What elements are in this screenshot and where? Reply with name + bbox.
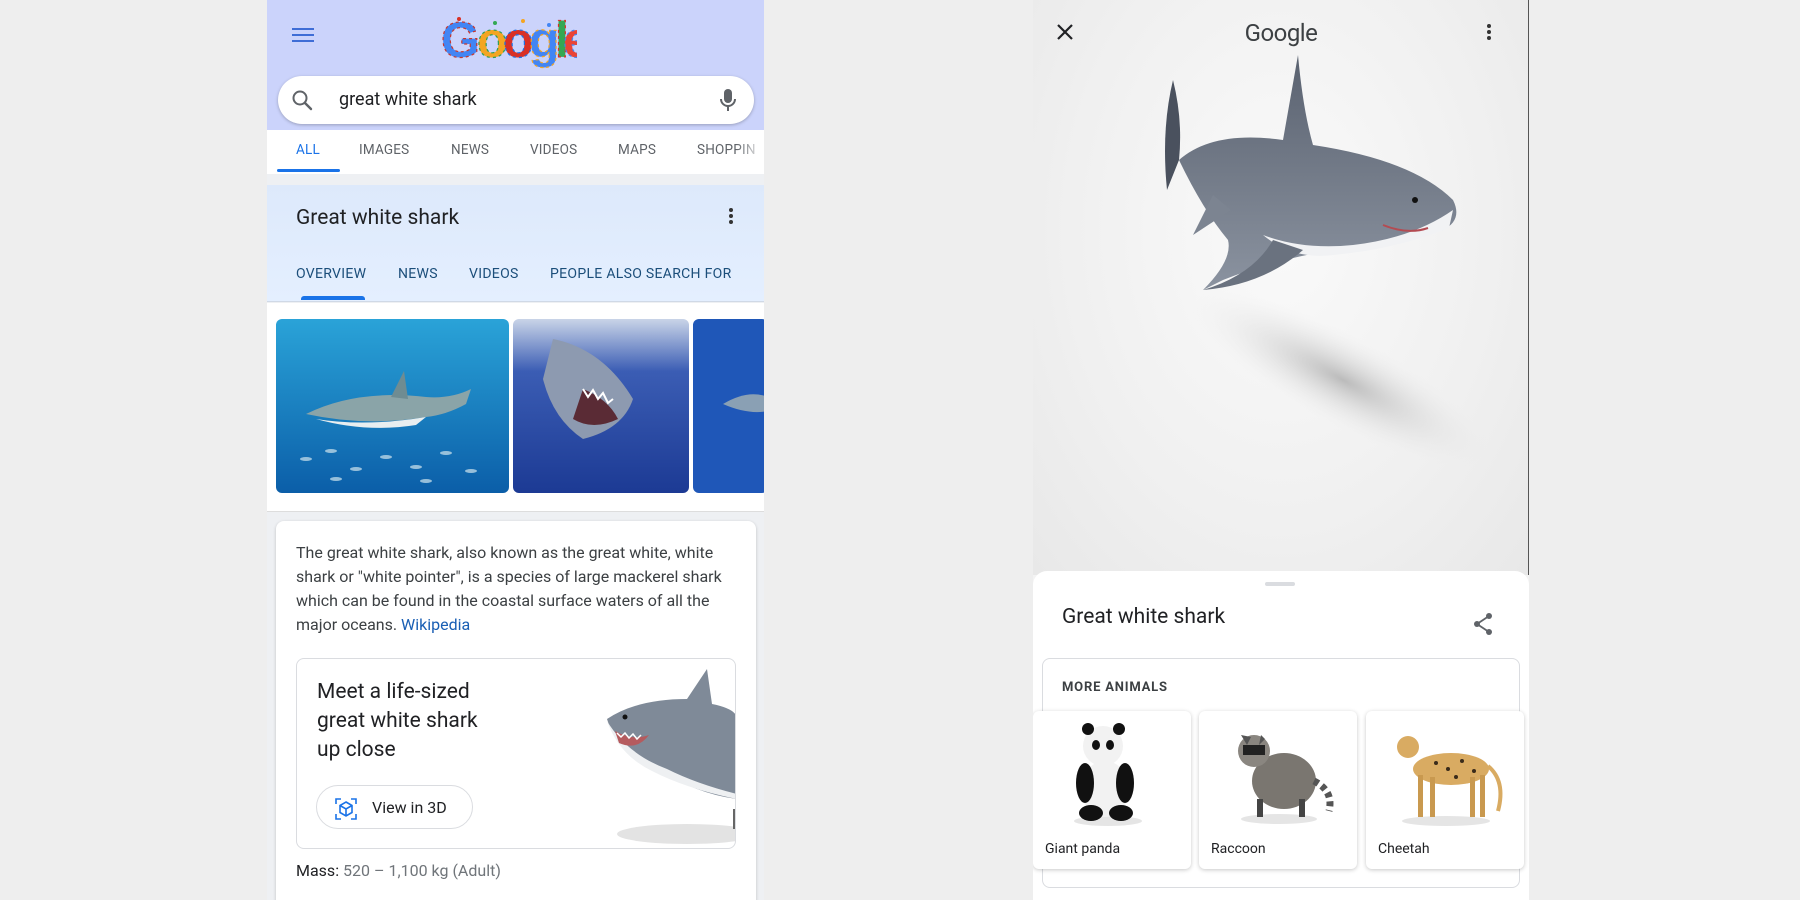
svg-text:G: G [441, 12, 480, 68]
knowledge-panel-header: Great white shark OVERVIEW NEWS VIDEOS P… [267, 185, 764, 302]
tab-videos[interactable]: VIDEOS [530, 142, 577, 158]
more-animals-label: MORE ANIMALS [1062, 680, 1168, 695]
tab-images[interactable]: IMAGES [359, 142, 409, 158]
google-doodle-logo[interactable]: G o o g l e [437, 9, 577, 71]
view-in-3d-promo: Meet a life-sized great white shark up c… [296, 658, 736, 849]
cheetah-image [1397, 736, 1503, 826]
tab-all[interactable]: ALL [296, 142, 320, 158]
sheet-title: Great white shark [1062, 605, 1226, 629]
3d-viewer-screen: Google Great white shark MORE ANIMALS Gi… [1033, 0, 1529, 900]
3d-cube-icon [335, 798, 357, 820]
promo-text: Meet a life-sized great white shark up c… [317, 680, 478, 762]
animal-card-giant-panda[interactable]: Giant panda [1033, 711, 1191, 869]
mass-fact: Mass: 520 – 1,100 kg (Adult) [296, 861, 501, 880]
animal-name: Giant panda [1045, 841, 1121, 857]
active-tab-indicator [277, 169, 340, 172]
shark-3d-thumbnail [607, 669, 735, 844]
view-in-3d-label: View in 3D [372, 798, 447, 817]
wikipedia-link[interactable]: Wikipedia [401, 615, 470, 634]
animal-name: Raccoon [1211, 841, 1266, 857]
share-icon[interactable] [1471, 611, 1495, 637]
shark-image-3[interactable] [693, 319, 764, 493]
raccoon-image [1238, 735, 1334, 824]
screen-divider [1528, 0, 1529, 575]
animal-card-raccoon[interactable]: Raccoon [1199, 711, 1357, 869]
kp-tab-people-also-search[interactable]: PEOPLE ALSO SEARCH FOR [550, 266, 732, 282]
hamburger-icon[interactable] [291, 24, 315, 48]
description-card: The great white shark, also known as the… [276, 521, 756, 900]
search-input[interactable]: great white shark [339, 89, 477, 110]
search-bar[interactable]: great white shark [278, 76, 754, 124]
tab-fade [736, 130, 764, 174]
search-icon[interactable] [290, 88, 314, 112]
kp-tab-overview[interactable]: OVERVIEW [296, 266, 366, 282]
search-results-screen: G o o g l e great white shark ALL IMAGES… [267, 0, 764, 900]
animal-card-cheetah[interactable]: Cheetah [1366, 711, 1524, 869]
more-vert-icon[interactable] [728, 207, 734, 225]
image-carousel [267, 303, 764, 512]
3d-shark-model[interactable] [1153, 50, 1503, 470]
tab-news[interactable]: NEWS [451, 142, 489, 158]
mic-icon[interactable] [716, 87, 740, 113]
search-tabs: ALL IMAGES NEWS VIDEOS MAPS SHOPPIN [267, 130, 764, 174]
tab-maps[interactable]: MAPS [618, 142, 656, 158]
knowledge-panel-title: Great white shark [296, 206, 460, 230]
animal-name: Cheetah [1378, 841, 1430, 857]
more-vert-icon[interactable] [1486, 23, 1492, 41]
description-text: The great white shark, also known as the… [296, 543, 722, 634]
kp-tab-videos[interactable]: VIDEOS [469, 266, 519, 282]
view-in-3d-button[interactable]: View in 3D [316, 785, 473, 829]
svg-text:e: e [563, 12, 577, 68]
google-logo: Google [1244, 19, 1318, 47]
drag-handle[interactable] [1265, 582, 1295, 586]
shark-image-2[interactable] [513, 319, 689, 493]
3d-viewer[interactable]: Google [1033, 0, 1529, 575]
shark-image-1[interactable] [276, 319, 509, 493]
kp-tab-news[interactable]: NEWS [398, 266, 438, 282]
kp-active-tab-indicator [301, 296, 365, 300]
giant-panda-image [1074, 723, 1142, 826]
